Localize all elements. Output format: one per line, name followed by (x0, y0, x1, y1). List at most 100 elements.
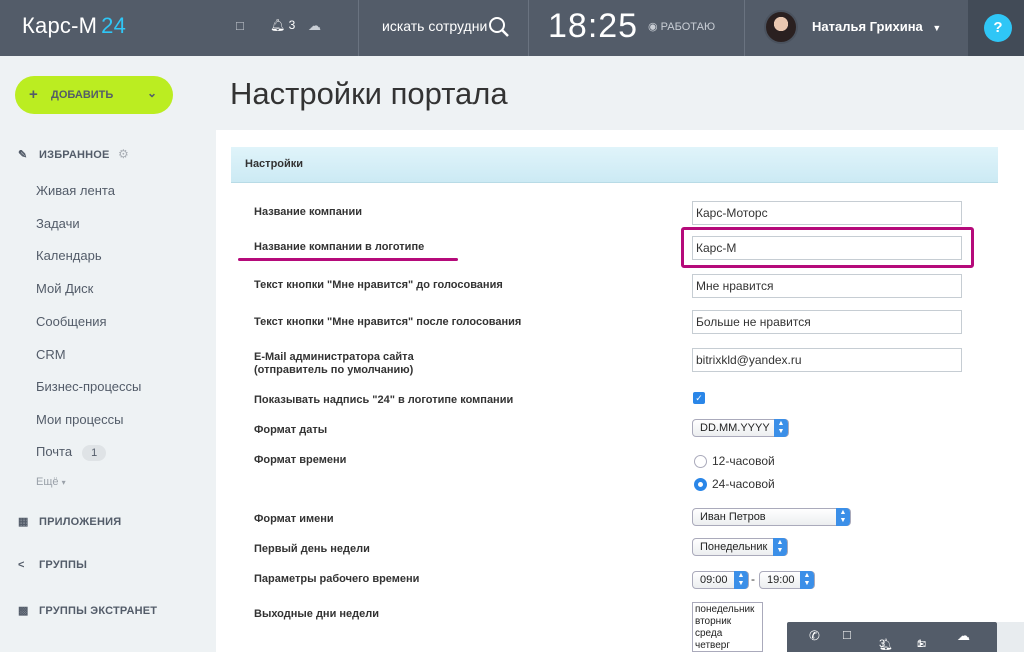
time-format-label: Формат времени (254, 454, 347, 466)
name-format-select[interactable]: Иван Петров ▲ ▼ (692, 508, 851, 526)
cube-icon: ▦ (18, 516, 29, 528)
help-button[interactable]: ? (984, 14, 1012, 42)
divider (744, 0, 745, 56)
search-icon[interactable] (488, 16, 510, 38)
radio-12h[interactable] (694, 455, 707, 468)
user-menu[interactable]: Наталья Грихина ▼ (812, 19, 941, 34)
sidebar-section-extranet[interactable]: ▩ ГРУППЫ ЭКСТРАНЕТ (18, 604, 157, 617)
company-name-label: Название компании (254, 206, 362, 218)
bell-icon: 🔔︎ (270, 18, 286, 32)
radio-24h[interactable] (694, 478, 707, 491)
company-name-input[interactable] (692, 201, 962, 225)
chat-icon[interactable]: □ (843, 627, 851, 642)
help-area: ? (968, 0, 1024, 56)
section-label: ГРУППЫ ЭКСТРАНЕТ (39, 605, 158, 617)
list-item[interactable]: среда (695, 628, 760, 640)
date-format-label: Формат даты (254, 424, 328, 436)
avatar[interactable] (764, 10, 798, 44)
updown-icon: ▲ ▼ (773, 538, 787, 556)
clock[interactable]: 18:25 (548, 7, 638, 46)
admin-email-input[interactable] (692, 348, 962, 372)
logo-name-label: Название компании в логотипе (254, 241, 425, 253)
email-label-line1: E-Mail администратора сайта (254, 351, 414, 363)
chevron-down-icon: ▼ (932, 23, 942, 33)
list-item[interactable]: вторник (695, 616, 760, 628)
sidebar-item-calendar[interactable]: Календарь (36, 248, 102, 263)
gear-icon[interactable]: ⚙ (118, 147, 129, 161)
highlight-box (681, 227, 974, 268)
work-time-from-select[interactable]: 09:00 ▲ ▼ (692, 571, 749, 589)
favorites-header[interactable]: ✎ ИЗБРАННОЕ (18, 148, 110, 161)
panel-header: Настройки (231, 147, 998, 183)
sidebar-item-messages[interactable]: Сообщения (36, 314, 107, 329)
chevron-down-icon: ⌄ (146, 86, 157, 100)
date-format-select[interactable]: DD.MM.YYYY ▲ ▼ (692, 419, 789, 437)
phone-icon[interactable]: ✆ (809, 628, 820, 644)
section-label: ГРУППЫ (39, 559, 88, 571)
divider (358, 0, 359, 56)
work-status-button[interactable]: ◉ РАБОТАЮ (648, 20, 715, 33)
search-input[interactable]: искать сотрудни (382, 18, 487, 34)
radio-12h-label[interactable]: 12-часовой (712, 454, 775, 468)
work-time-to-select[interactable]: 19:00 ▲ ▼ (759, 571, 815, 589)
like-before-label: Текст кнопки "Мне нравится" до голосован… (254, 279, 503, 291)
share-icon: < (18, 559, 25, 571)
like-after-label: Текст кнопки "Мне нравится" после голосо… (254, 316, 522, 328)
list-item[interactable]: четверг (695, 640, 760, 651)
notifications-count: 3 (288, 18, 296, 32)
add-button-label: ДОБАВИТЬ (51, 89, 114, 101)
panel-title: Настройки (245, 158, 304, 170)
updown-icon: ▲ ▼ (734, 571, 748, 589)
chat-icon[interactable]: □ (236, 18, 244, 33)
sidebar-item-my-processes[interactable]: Мои процессы (36, 412, 123, 427)
updown-icon: ▲ ▼ (800, 571, 814, 589)
logo-text[interactable]: Карс-М (22, 13, 97, 38)
name-format-label: Формат имени (254, 513, 334, 525)
select-value: 19:00 (767, 574, 795, 586)
add-button[interactable]: + ДОБАВИТЬ ⌄ (15, 76, 173, 114)
more-label: Ещё (36, 476, 59, 488)
pin-icon: ✎ (18, 149, 28, 161)
select-value: Понедельник (700, 541, 768, 553)
work-time-label: Параметры рабочего времени (254, 573, 420, 585)
work-status-label: РАБОТАЮ (660, 21, 716, 33)
section-label: ПРИЛОЖЕНИЯ (39, 516, 122, 528)
notifications-count: 3 (879, 638, 886, 650)
logo-24[interactable]: 24 (101, 13, 126, 38)
list-item[interactable]: понедельник (695, 604, 760, 616)
sidebar-section-groups[interactable]: < ГРУППЫ (18, 559, 87, 571)
record-icon: ◉ (648, 21, 658, 33)
check-icon: ✓ (695, 393, 703, 403)
select-value: DD.MM.YYYY (700, 422, 770, 434)
sidebar-item-my-drive[interactable]: Мой Диск (36, 281, 93, 296)
show24-label: Показывать надпись "24" в логотипе компа… (254, 394, 514, 406)
highlight-underline (238, 258, 458, 261)
sidebar-item-crm[interactable]: CRM (36, 347, 66, 362)
cloud-icon[interactable]: ☁ (308, 18, 321, 34)
page-title: Настройки портала (230, 76, 508, 111)
select-value: 09:00 (700, 574, 728, 586)
more-link[interactable]: Ещё ▾ (36, 476, 66, 488)
week-start-select[interactable]: Понедельник ▲ ▼ (692, 538, 788, 556)
like-before-input[interactable] (692, 274, 962, 298)
sidebar-item-mail[interactable]: Почта 1 (36, 444, 107, 461)
portal-logo[interactable]: Карс-М 24 (22, 13, 126, 39)
sidebar-section-apps[interactable]: ▦ ПРИЛОЖЕНИЯ (18, 515, 121, 528)
sidebar-item-tasks[interactable]: Задачи (36, 216, 80, 231)
sidebar-item-business-processes[interactable]: Бизнес-процессы (36, 379, 141, 394)
updown-icon: ▲ ▼ (836, 508, 850, 526)
time-range-separator: - (751, 572, 755, 586)
bottom-toolbar: ✆ □ 🔔︎ 3 ✉ 1 ☁ (787, 622, 997, 652)
show24-checkbox[interactable]: ✓ (693, 392, 705, 404)
favorites-title: ИЗБРАННОЕ (39, 149, 110, 161)
days-off-label: Выходные дни недели (254, 608, 380, 620)
like-after-input[interactable] (692, 310, 962, 334)
cloud-icon[interactable]: ☁ (957, 628, 970, 644)
notifications-button[interactable]: 🔔︎ 3 (270, 18, 295, 32)
radio-24h-label[interactable]: 24-часовой (712, 477, 775, 491)
email-label-line2: (отправитель по умолчанию) (254, 364, 414, 376)
days-off-listbox[interactable]: понедельник вторник среда четверг (692, 602, 763, 652)
sidebar-item-live-feed[interactable]: Живая лента (36, 183, 115, 198)
plus-icon: + (29, 86, 38, 103)
top-bar: Карс-М 24 □ 🔔︎ 3 ☁ искать сотрудни 18:25 … (0, 0, 1024, 56)
